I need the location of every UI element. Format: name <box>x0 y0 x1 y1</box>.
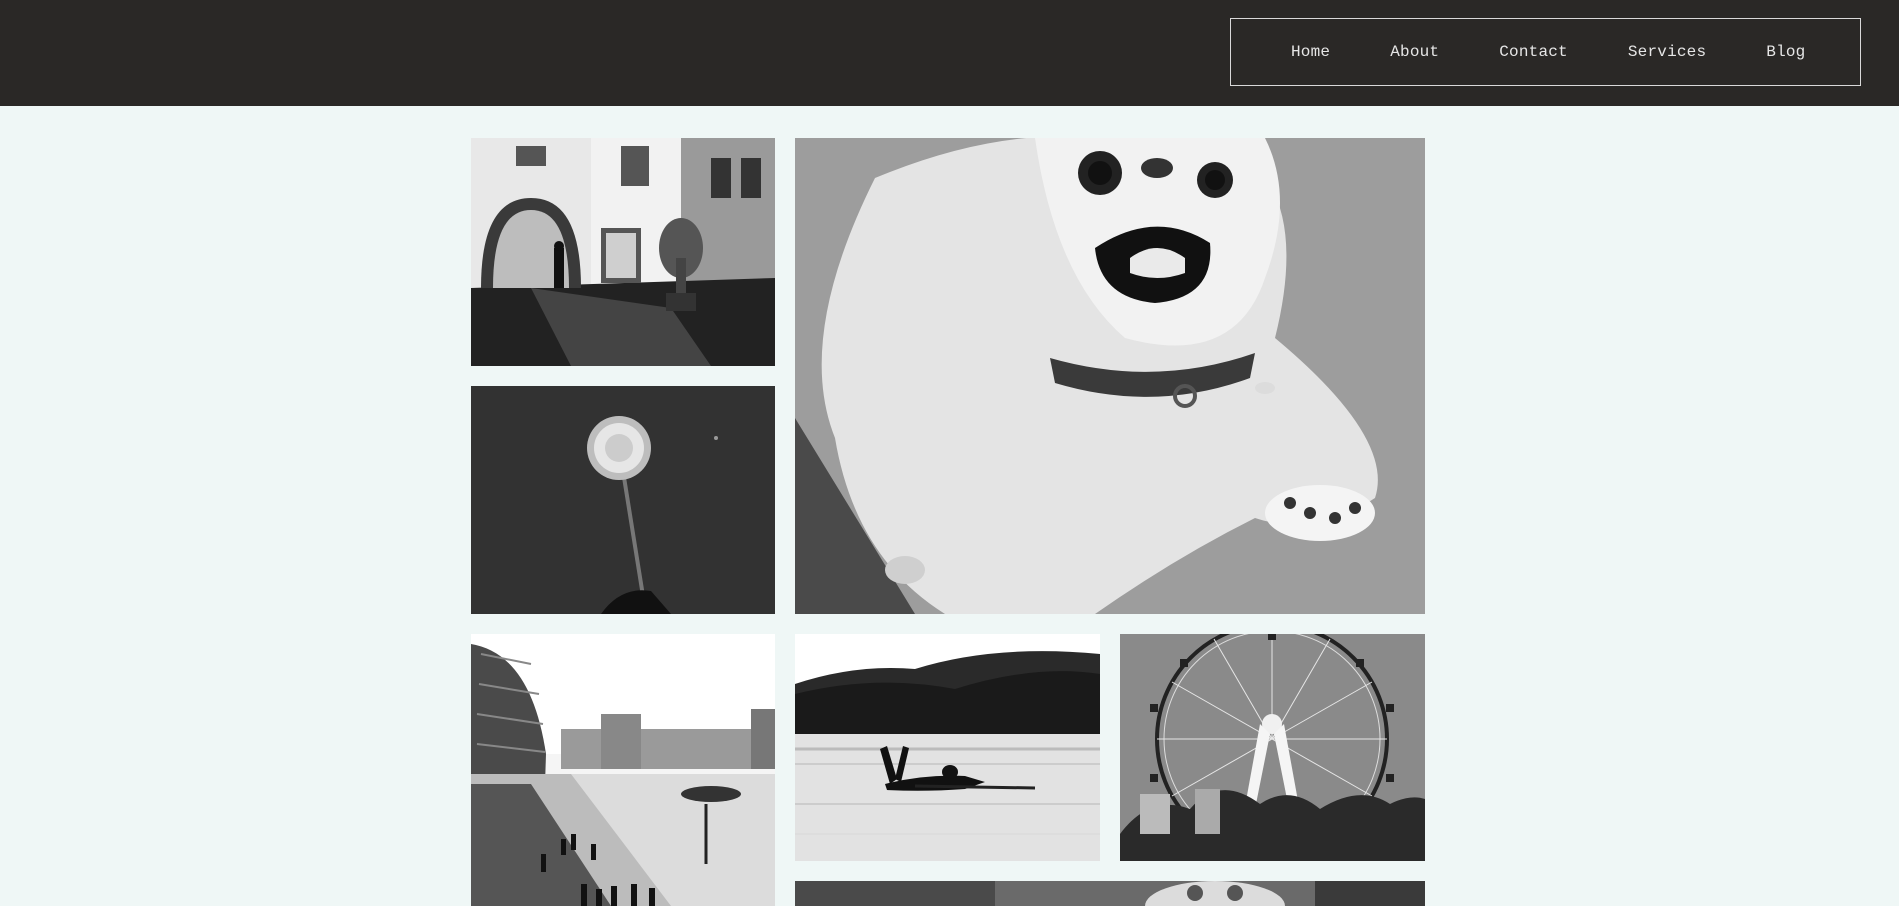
swimmer-photo-image <box>795 634 1100 861</box>
main-nav: Home About Contact Services Blog <box>1230 18 1861 86</box>
partial-photo-image <box>795 881 1425 906</box>
site-header: Home About Contact Services Blog <box>0 0 1899 106</box>
gallery-photo-ferris-wheel[interactable] <box>1120 634 1425 861</box>
gallery-photo-dog[interactable] <box>795 138 1425 614</box>
nav-home-link[interactable]: Home <box>1291 43 1330 61</box>
gallery-photo-swimmer[interactable] <box>795 634 1100 861</box>
nav-contact-link[interactable]: Contact <box>1499 43 1568 61</box>
gallery-photo-dandelion[interactable] <box>471 386 775 614</box>
nav-about-link[interactable]: About <box>1390 43 1439 61</box>
dandelion-photo-image <box>471 386 775 614</box>
ferris-wheel-photo-image <box>1120 634 1425 861</box>
gallery-photo-city[interactable] <box>471 634 775 906</box>
nav-services-link[interactable]: Services <box>1628 43 1706 61</box>
nav-blog-link[interactable]: Blog <box>1766 43 1805 61</box>
gallery-photo-street[interactable] <box>471 138 775 366</box>
street-photo-image <box>471 138 775 366</box>
gallery-photo-partial[interactable] <box>795 881 1425 906</box>
city-photo-image <box>471 634 775 906</box>
dog-photo-image <box>795 138 1425 614</box>
